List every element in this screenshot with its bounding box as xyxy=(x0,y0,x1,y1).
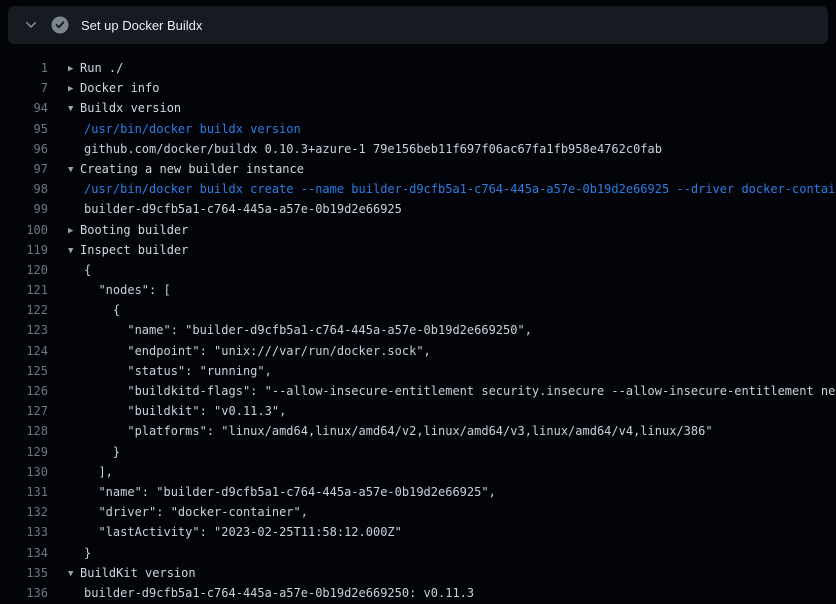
line-number[interactable]: 97 xyxy=(0,159,48,179)
log-line: 128 "platforms": "linux/amd64,linux/amd6… xyxy=(0,421,836,441)
log-line: 122 { xyxy=(0,300,836,320)
log-group-row[interactable]: 135 ▼BuildKit version xyxy=(0,563,836,583)
line-number[interactable]: 136 xyxy=(0,583,48,603)
log-group-row[interactable]: 119 ▼Inspect builder xyxy=(0,240,836,260)
line-number[interactable]: 128 xyxy=(0,421,48,441)
log-group-row[interactable]: 100 ▶Booting builder xyxy=(0,220,836,240)
line-number[interactable]: 127 xyxy=(0,401,48,421)
line-number[interactable]: 133 xyxy=(0,522,48,542)
log-text: "nodes": [ xyxy=(84,283,171,297)
line-number[interactable]: 119 xyxy=(0,240,48,260)
check-circle-icon xyxy=(51,16,69,34)
log-text: } xyxy=(84,546,91,560)
log-line: 127 "buildkit": "v0.11.3", xyxy=(0,401,836,421)
log-line: 124 "endpoint": "unix:///var/run/docker.… xyxy=(0,341,836,361)
log-text: "buildkitd-flags": "--allow-insecure-ent… xyxy=(84,384,836,398)
line-number[interactable]: 132 xyxy=(0,502,48,522)
collapse-arrow-icon: ▼ xyxy=(68,160,80,180)
expand-arrow-icon: ▶ xyxy=(68,221,80,241)
log-line: 99 builder-d9cfb5a1-c764-445a-a57e-0b19d2… xyxy=(0,199,836,219)
log-line: 132 "driver": "docker-container", xyxy=(0,502,836,522)
line-number[interactable]: 120 xyxy=(0,260,48,280)
log-line: 125 "status": "running", xyxy=(0,361,836,381)
line-number[interactable]: 131 xyxy=(0,482,48,502)
log-line: 126 "buildkitd-flags": "--allow-insecure… xyxy=(0,381,836,401)
line-number[interactable]: 129 xyxy=(0,442,48,462)
group-title: Run ./ xyxy=(80,61,123,75)
log-line: 130 ], xyxy=(0,462,836,482)
collapse-arrow-icon: ▼ xyxy=(68,99,80,119)
log-line: 136 builder-d9cfb5a1-c764-445a-a57e-0b19d… xyxy=(0,583,836,603)
log-text: "lastActivity": "2023-02-25T11:58:12.000… xyxy=(84,525,402,539)
group-title: Docker info xyxy=(80,81,159,95)
log-line: 120 { xyxy=(0,260,836,280)
step-header[interactable]: Set up Docker Buildx xyxy=(8,6,828,44)
line-number[interactable]: 130 xyxy=(0,462,48,482)
line-number[interactable]: 94 xyxy=(0,98,48,118)
group-title: Booting builder xyxy=(80,223,188,237)
log-group-row[interactable]: 1 ▶Run ./ xyxy=(0,58,836,78)
line-number[interactable]: 124 xyxy=(0,341,48,361)
log-text: "name": "builder-d9cfb5a1-c764-445a-a57e… xyxy=(84,323,532,337)
log-line: 121 "nodes": [ xyxy=(0,280,836,300)
collapse-arrow-icon: ▼ xyxy=(68,241,80,261)
line-number[interactable]: 121 xyxy=(0,280,48,300)
line-number[interactable]: 96 xyxy=(0,139,48,159)
log-text: "name": "builder-d9cfb5a1-c764-445a-a57e… xyxy=(84,485,496,499)
line-number[interactable]: 98 xyxy=(0,179,48,199)
log-text: } xyxy=(84,445,120,459)
group-title: Creating a new builder instance xyxy=(80,162,304,176)
log-text: /usr/bin/docker buildx create --name bui… xyxy=(84,182,836,196)
log-line: 95/usr/bin/docker buildx version xyxy=(0,119,836,139)
log-line: 133 "lastActivity": "2023-02-25T11:58:12… xyxy=(0,522,836,542)
step-title: Set up Docker Buildx xyxy=(81,18,202,33)
line-number[interactable]: 7 xyxy=(0,78,48,98)
log-line: 131 "name": "builder-d9cfb5a1-c764-445a-… xyxy=(0,482,836,502)
log-group-row[interactable]: 97 ▼Creating a new builder instance xyxy=(0,159,836,179)
line-number[interactable]: 134 xyxy=(0,543,48,563)
line-number[interactable]: 126 xyxy=(0,381,48,401)
log-group-row[interactable]: 94 ▼Buildx version xyxy=(0,98,836,118)
log-line: 134} xyxy=(0,543,836,563)
log-viewer: 1▶Run ./7▶Docker info94▼Buildx version95… xyxy=(0,48,836,604)
line-number[interactable]: 122 xyxy=(0,300,48,320)
line-number[interactable]: 95 xyxy=(0,119,48,139)
log-text: /usr/bin/docker buildx version xyxy=(84,122,301,136)
log-text: { xyxy=(84,303,120,317)
log-line: 123 "name": "builder-d9cfb5a1-c764-445a-… xyxy=(0,320,836,340)
line-number[interactable]: 123 xyxy=(0,320,48,340)
log-line: 96 github.com/docker/buildx 0.10.3+azure-… xyxy=(0,139,836,159)
log-text: github.com/docker/buildx 0.10.3+azure-1 … xyxy=(84,142,662,156)
line-number[interactable]: 1 xyxy=(0,58,48,78)
log-text: builder-d9cfb5a1-c764-445a-a57e-0b19d2e6… xyxy=(84,202,402,216)
collapse-arrow-icon: ▼ xyxy=(68,564,80,584)
expand-arrow-icon: ▶ xyxy=(68,79,80,99)
line-number[interactable]: 125 xyxy=(0,361,48,381)
log-text: { xyxy=(84,263,91,277)
log-text: "buildkit": "v0.11.3", xyxy=(84,404,286,418)
log-text: "endpoint": "unix:///var/run/docker.sock… xyxy=(84,344,431,358)
log-text: builder-d9cfb5a1-c764-445a-a57e-0b19d2e6… xyxy=(84,586,474,600)
group-title: Inspect builder xyxy=(80,243,188,257)
log-group-row[interactable]: 7 ▶Docker info xyxy=(0,78,836,98)
expand-arrow-icon: ▶ xyxy=(68,59,80,79)
line-number[interactable]: 99 xyxy=(0,199,48,219)
log-line: 129 } xyxy=(0,442,836,462)
log-text: ], xyxy=(84,465,113,479)
log-text: "driver": "docker-container", xyxy=(84,505,308,519)
line-number[interactable]: 135 xyxy=(0,563,48,583)
line-number[interactable]: 100 xyxy=(0,220,48,240)
log-text: "status": "running", xyxy=(84,364,272,378)
chevron-down-icon[interactable] xyxy=(23,17,39,33)
log-text: "platforms": "linux/amd64,linux/amd64/v2… xyxy=(84,424,713,438)
log-line: 98/usr/bin/docker buildx create --name b… xyxy=(0,179,836,199)
group-title: Buildx version xyxy=(80,101,181,115)
group-title: BuildKit version xyxy=(80,566,196,580)
